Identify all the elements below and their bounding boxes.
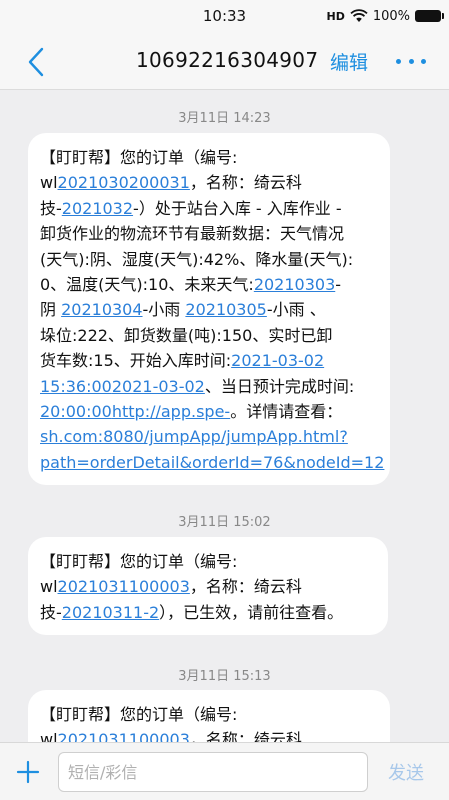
message-line: 【盯盯帮】您的订单（编号: xyxy=(40,549,378,574)
message-link[interactable]: 2021030200031 xyxy=(58,173,190,192)
status-bar: 10:33 HD 100% xyxy=(0,0,449,32)
message-text: 货车数:15、开始入库时间: xyxy=(40,351,232,371)
message-text: 技- xyxy=(40,602,62,622)
message-text: -小雨 xyxy=(142,300,186,320)
message-text: -小雨 、 xyxy=(266,300,326,320)
conversation-header: 10692216304907 编辑 xyxy=(0,32,449,90)
message-link[interactable]: 20210305 xyxy=(185,300,266,319)
message-link[interactable]: 2021-03-02 xyxy=(112,377,205,396)
message-bubble[interactable]: 【盯盯帮】您的订单（编号: wl2021031100003，名称：绮云科 xyxy=(28,690,390,742)
message-timestamp: 3月11日 14:23 xyxy=(178,111,271,126)
message-text: 【盯盯帮】您的订单（编号: xyxy=(40,552,238,571)
message-link[interactable]: sh.com:8080/jumpApp/jumpApp.html? xyxy=(40,427,348,446)
message-text: - xyxy=(335,275,342,295)
message-bubble[interactable]: 【盯盯帮】您的订单（编号: wl2021030200031，名称：绮云科 技-202… xyxy=(28,133,390,486)
message-list[interactable]: 3月11日 14:23 【盯盯帮】您的订单（编号: wl2021030200031… xyxy=(0,91,449,742)
message-line: 卸货作业的物流环节有最新数据：天气情况 xyxy=(40,221,380,246)
message-text: 、当日预计完成时间: xyxy=(204,376,355,396)
message-link[interactable]: 20:00:00 xyxy=(40,402,112,421)
message-link[interactable]: 20210311-2 xyxy=(62,603,159,622)
compose-bar: 发送 xyxy=(0,742,449,800)
message-text: -）处于站台入库 - 入库作业 - xyxy=(133,198,342,218)
message-line: 货车数:15、开始入库时间:2021-03-02 xyxy=(40,348,380,373)
message-text: (天气):阴、湿度(天气):42%、降水量(天气): xyxy=(40,249,354,269)
message-timestamp: 3月11日 15:02 xyxy=(178,515,271,530)
message-text: wl xyxy=(40,577,58,597)
network-type: HD xyxy=(326,9,345,23)
message-link[interactable]: 2021031100003 xyxy=(58,577,190,596)
message-line: 垛位:222、卸货数量(吨):150、实时已卸 xyxy=(40,323,380,348)
message-link[interactable]: http://app.spe- xyxy=(112,402,230,421)
contact-title: 10692216304907 xyxy=(136,48,319,72)
message-bubble[interactable]: 【盯盯帮】您的订单（编号: wl2021031100003，名称：绮云科 技-202… xyxy=(28,537,388,636)
message-line: 15:36:002021-03-02、当日预计完成时间: xyxy=(40,374,380,399)
message-text: 【盯盯帮】您的订单（编号: xyxy=(40,705,238,724)
message-timestamp: 3月11日 15:13 xyxy=(178,669,271,684)
message-text: wl xyxy=(40,173,58,193)
message-text: 卸货作业的物流环节有最新数据：天气情况 xyxy=(40,224,345,244)
message-link[interactable]: 2021031100003 xyxy=(58,730,190,742)
message-link[interactable]: path=orderDetail&orderId=76&nodeId=12 xyxy=(40,453,384,472)
edit-button[interactable]: 编辑 xyxy=(330,48,368,75)
message-text: wl xyxy=(40,730,58,742)
battery-percent: 100% xyxy=(372,8,410,24)
message-link[interactable]: 20210303 xyxy=(254,275,335,294)
message-line: 【盯盯帮】您的订单（编号: xyxy=(40,145,380,170)
message-link[interactable]: 15:36:00 xyxy=(40,377,112,396)
message-input[interactable] xyxy=(58,752,368,792)
message-text: ，名称：绮云科 xyxy=(189,730,302,742)
message-text: 技- xyxy=(40,198,62,218)
message-text: 垛位:222、卸货数量(吨):150、实时已卸 xyxy=(40,325,333,345)
battery-icon xyxy=(415,10,444,22)
message-line: 【盯盯帮】您的订单（编号: xyxy=(40,702,380,727)
message-text: ，名称：绮云科 xyxy=(189,577,302,597)
send-button[interactable]: 发送 xyxy=(388,759,424,785)
back-arrow-icon[interactable] xyxy=(26,47,48,77)
message-link[interactable]: 20210304 xyxy=(61,300,142,319)
more-options-icon[interactable] xyxy=(396,59,426,67)
message-line: path=orderDetail&orderId=76&nodeId=12 xyxy=(40,450,384,475)
status-indicators: HD 100% xyxy=(326,7,444,25)
message-line: wl2021030200031，名称：绮云科 xyxy=(40,170,380,195)
message-line: 20:00:00http://app.spe-。详情请查看： xyxy=(40,399,380,424)
message-line: 阴 20210304-小雨 20210305-小雨 、 xyxy=(40,297,380,322)
message-text: 。详情请查看： xyxy=(230,402,343,422)
message-line: wl2021031100003，名称：绮云科 xyxy=(40,727,380,742)
message-text: 0、温度(天气):10、未来天气: xyxy=(40,275,254,295)
message-link[interactable]: 2021-03-02 xyxy=(231,351,324,370)
add-attachment-icon[interactable] xyxy=(16,760,40,784)
message-link[interactable]: 2021032 xyxy=(62,199,133,218)
message-line: 技-2021032-）处于站台入库 - 入库作业 - xyxy=(40,196,380,221)
message-line: 0、温度(天气):10、未来天气:20210303- xyxy=(40,272,380,297)
message-line: sh.com:8080/jumpApp/jumpApp.html? xyxy=(40,424,380,449)
message-text: ，名称：绮云科 xyxy=(189,173,302,193)
message-line: 技-20210311-2），已生效，请前往查看。 xyxy=(40,600,378,625)
message-line: (天气):阴、湿度(天气):42%、降水量(天气): xyxy=(40,247,380,272)
message-line: wl2021031100003，名称：绮云科 xyxy=(40,574,378,599)
message-text: 阴 xyxy=(40,300,62,320)
message-text: ），已生效，请前往查看。 xyxy=(159,602,344,622)
wifi-icon xyxy=(350,9,368,22)
message-text: 【盯盯帮】您的订单（编号: xyxy=(40,148,238,167)
